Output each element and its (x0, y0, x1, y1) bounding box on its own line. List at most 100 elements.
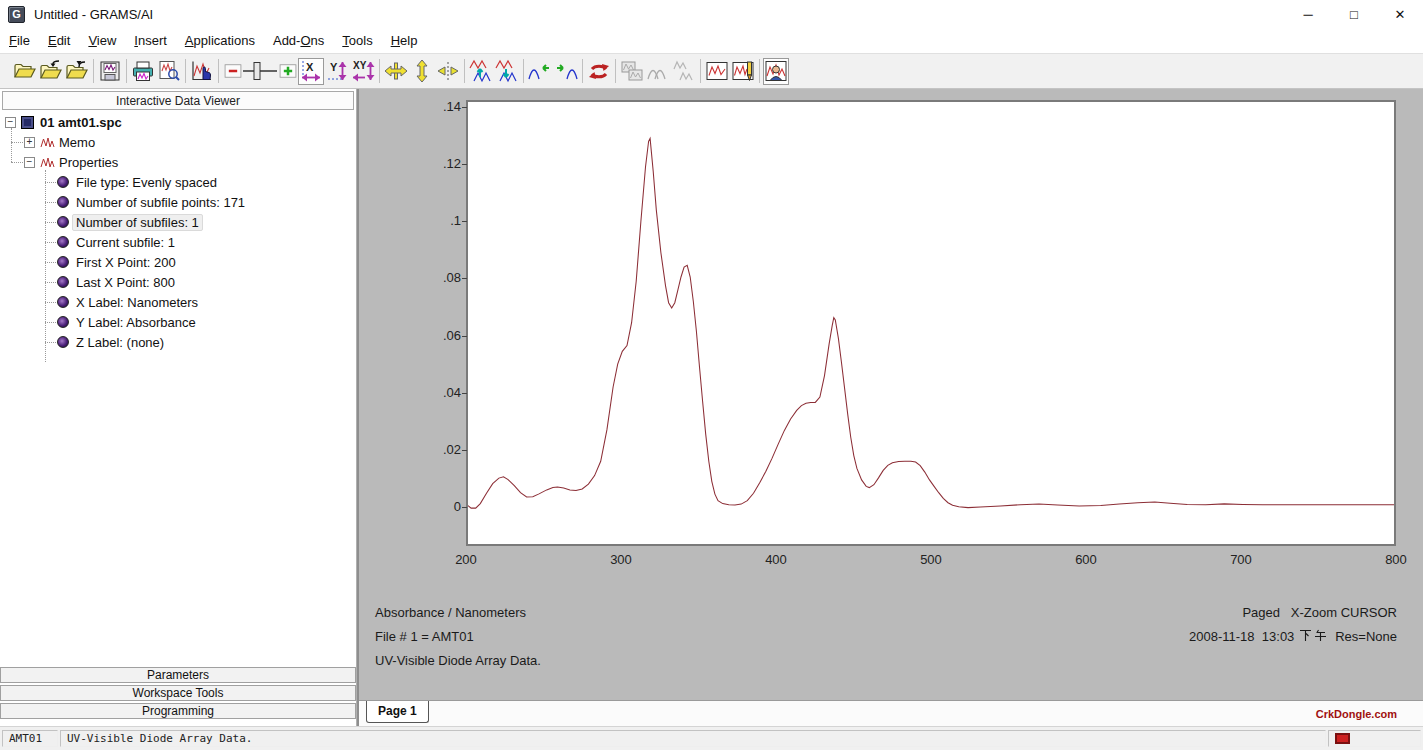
x-tick-label: 200 (441, 552, 491, 568)
tree-item[interactable]: − Properties (0, 152, 355, 172)
main-area: Interactive Data Viewer − 01 amt01.spc +Me… (0, 89, 1423, 726)
y-tick-mark (462, 278, 467, 279)
cjk-xia-glyph (1299, 629, 1312, 642)
pan-vertical-icon[interactable] (409, 58, 435, 85)
tree-item[interactable]: +Memo (0, 132, 355, 152)
expander-plus-icon[interactable]: + (24, 137, 35, 148)
tree-item-label: First X Point: 200 (76, 255, 176, 270)
pan-horizontal-icon[interactable] (383, 58, 409, 85)
zoom-slider-icon[interactable] (243, 58, 277, 85)
close-button[interactable]: ✕ (1377, 0, 1423, 28)
print-preview-icon[interactable] (156, 58, 182, 85)
shift-left-icon[interactable] (527, 58, 553, 85)
expander-minus-icon[interactable]: − (5, 117, 16, 128)
status-bar: AMT01 UV-Visible Diode Array Data. (0, 726, 1423, 750)
maximize-button[interactable]: □ (1331, 0, 1377, 28)
view-window-icon[interactable] (704, 58, 730, 85)
tree-item-label: Z Label: (none) (76, 335, 164, 350)
tree-item[interactable]: X Label: Nanometers (0, 292, 355, 312)
menu-insert[interactable]: Insert (125, 33, 176, 48)
open-file-icon[interactable] (12, 58, 38, 85)
chart-workarea: .14.12.1.08.06.04.0202003004005006007008… (357, 89, 1423, 726)
y-tick-mark (462, 107, 467, 108)
overlay-traces-icon (645, 58, 671, 85)
y-tick-label: .14 (409, 99, 461, 115)
menu-file[interactable]: File (0, 33, 39, 48)
programming-button[interactable]: Programming (0, 703, 356, 719)
minimize-button[interactable]: ─ (1285, 0, 1331, 28)
scale-down-icon[interactable] (494, 58, 520, 85)
y-tick-label: .02 (409, 442, 461, 458)
scale-up-icon[interactable] (468, 58, 494, 85)
menu-edit[interactable]: Edit (39, 33, 79, 48)
tile-windows-icon (619, 58, 645, 85)
menu-applications[interactable]: Applications (176, 33, 264, 48)
open-export-icon[interactable] (64, 58, 90, 85)
menu-addons[interactable]: Add-Ons (264, 33, 333, 48)
save-file-icon[interactable] (97, 58, 123, 85)
plot-area[interactable] (466, 100, 1396, 546)
y-zoom-icon[interactable]: Y (324, 58, 350, 85)
y-tick-label: .1 (409, 213, 461, 229)
toolbar-separator (218, 59, 219, 83)
tree-item[interactable]: Z Label: (none) (0, 332, 355, 352)
tree-item[interactable]: − 01 amt01.spc (0, 112, 355, 132)
tree-item[interactable]: Last X Point: 800 (0, 272, 355, 292)
footer-axis-label: Absorbance / Nanometers (375, 605, 526, 620)
menu-bar: FileEditViewInsertApplicationsAdd-OnsToo… (0, 28, 1423, 53)
sphere-icon (57, 296, 69, 308)
y-tick-mark (462, 164, 467, 165)
open-import-icon[interactable] (38, 58, 64, 85)
menu-help[interactable]: Help (382, 33, 427, 48)
center-cursor-icon[interactable] (435, 58, 461, 85)
shift-right-icon[interactable] (553, 58, 579, 85)
sphere-icon (57, 276, 69, 288)
tree-item[interactable]: First X Point: 200 (0, 252, 355, 272)
toolbar-separator (126, 59, 127, 83)
sphere-icon (57, 176, 69, 188)
spectrum-icon (40, 156, 55, 169)
y-tick-label: .12 (409, 156, 461, 172)
y-tick-label: .04 (409, 385, 461, 401)
toolbar-separator (523, 59, 524, 83)
workspace-tools-button[interactable]: Workspace Tools (0, 685, 356, 701)
x-zoom-icon[interactable]: X (298, 58, 324, 85)
tree-item[interactable]: Number of subfile points: 171 (0, 192, 355, 212)
tree-item[interactable]: Number of subfiles: 1 (0, 212, 355, 232)
footer-mode-label: Paged X-Zoom CURSOR (1242, 605, 1397, 620)
tree-item-label: Current subfile: 1 (76, 235, 175, 250)
edit-window-icon[interactable] (730, 58, 756, 85)
tree-item-label: 01 amt01.spc (40, 115, 122, 130)
redraw-icon[interactable] (586, 58, 612, 85)
toolbar-separator (379, 59, 380, 83)
tab-page-1[interactable]: Page 1 (366, 701, 429, 723)
tree-item[interactable]: Current subfile: 1 (0, 232, 355, 252)
x-tick-label: 700 (1216, 552, 1266, 568)
menu-view[interactable]: View (79, 33, 125, 48)
tree-item[interactable]: Y Label: Absorbance (0, 312, 355, 332)
select-trace-icon[interactable] (189, 58, 215, 85)
zoom-out-icon[interactable] (222, 58, 243, 85)
page-tab-bar: Page 1 CrkDongle.com (359, 700, 1423, 726)
zoom-in-icon[interactable] (277, 58, 298, 85)
spectrum-curve (468, 102, 1394, 544)
toolbar-separator (615, 59, 616, 83)
footer-datetime-label: 2008-11-18 13:03 Res=None (1189, 629, 1397, 644)
tree-item-label: Y Label: Absorbance (76, 315, 196, 330)
tree-item-label: Properties (59, 155, 118, 170)
toolbar-separator (185, 59, 186, 83)
x-tick-label: 800 (1371, 552, 1421, 568)
sidebar-header: Interactive Data Viewer (2, 91, 354, 110)
dongle-indicator-icon (1335, 733, 1350, 744)
expander-minus-icon[interactable]: − (24, 157, 35, 168)
operator-view-icon[interactable] (763, 58, 789, 85)
sphere-icon (57, 336, 69, 348)
xy-zoom-icon[interactable]: XY (350, 58, 376, 85)
footer-file-label: File # 1 = AMT01 (375, 629, 474, 644)
x-tick-label: 300 (596, 552, 646, 568)
tree-item[interactable]: File type: Evenly spaced (0, 172, 355, 192)
menu-tools[interactable]: Tools (333, 33, 381, 48)
print-icon[interactable] (130, 58, 156, 85)
parameters-button[interactable]: Parameters (0, 667, 356, 683)
file-square-icon (21, 116, 34, 129)
